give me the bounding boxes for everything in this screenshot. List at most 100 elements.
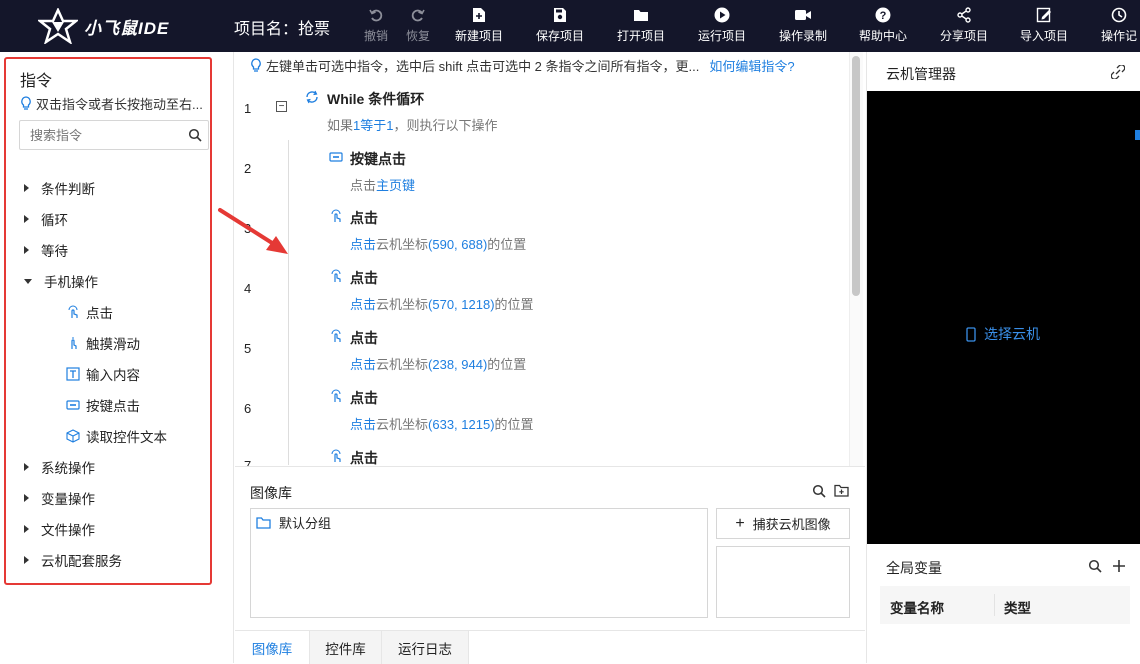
run-project-button[interactable]: 运行项目 (698, 6, 746, 48)
instr-click-5-clip: 点击 (328, 448, 528, 466)
col-variable-type: 类型 (1004, 601, 1031, 616)
caret-right-icon (24, 215, 29, 223)
app-name: 小飞鼠IDE (84, 18, 170, 38)
instr-input-text[interactable]: 输入内容 (66, 364, 140, 384)
top-toolbar: 小飞鼠IDE 项目名：抢票 撤销 恢复 新建项目 保存项目 打开项目 运行项目 … (0, 0, 1140, 52)
instr-click-1[interactable]: 点击 点击云机坐标(590, 688)的位置 (350, 208, 526, 253)
instr-key-press-home[interactable]: 按键点击 点击主页键 (350, 149, 415, 194)
project-name: 抢票 (298, 21, 331, 38)
key-icon (328, 149, 344, 165)
category-cloud-services[interactable]: 云机配套服务 (24, 550, 122, 570)
line-number: 5 (244, 341, 252, 356)
instr-click[interactable]: 点击 (66, 302, 113, 322)
instr-click-2[interactable]: 点击 点击云机坐标(570, 1218)的位置 (350, 268, 534, 313)
instr-swipe[interactable]: 触摸滑动 (66, 333, 140, 353)
text-input-icon (66, 367, 80, 381)
line-number: 1 (244, 101, 252, 116)
capture-cloud-image-button[interactable]: + 捕获云机图像 (716, 508, 850, 539)
global-variables-actions (1088, 559, 1126, 578)
phone-icon (966, 326, 976, 342)
variables-table-header: 变量名称 类型 (880, 586, 1130, 624)
history-icon (1110, 6, 1128, 24)
select-cloud-button[interactable]: 选择云机 (966, 324, 1040, 344)
tap-icon (328, 448, 344, 464)
share-project-button[interactable]: 分享项目 (940, 6, 988, 48)
share-icon (955, 6, 973, 24)
instr-click-5[interactable]: 点击 (350, 448, 378, 466)
search-icon[interactable] (1088, 559, 1102, 578)
editor-scrollbar[interactable] (852, 56, 860, 296)
instr-while-loop[interactable]: While 条件循环 如果1等于1，则执行以下操作 (327, 89, 498, 134)
category-wait[interactable]: 等待 (24, 240, 68, 260)
search-icon[interactable] (188, 128, 202, 147)
tap-icon (328, 268, 344, 284)
video-icon (794, 6, 812, 24)
image-group-default[interactable]: 默认分组 (256, 513, 331, 532)
save-icon (551, 6, 569, 24)
help-center-button[interactable]: ? 帮助中心 (859, 6, 907, 48)
record-button[interactable]: 操作录制 (779, 6, 827, 48)
plus-icon[interactable] (1112, 559, 1126, 578)
open-project-button[interactable]: 打开项目 (617, 6, 665, 48)
tap-icon (328, 328, 344, 344)
instr-click-4[interactable]: 点击 点击云机坐标(633, 1215)的位置 (350, 388, 534, 433)
lightbulb-icon (20, 96, 32, 111)
tap-icon (66, 305, 80, 319)
redo-button[interactable]: 恢复 (406, 6, 430, 48)
category-file-ops[interactable]: 文件操作 (24, 519, 95, 539)
unlink-icon[interactable] (1110, 64, 1126, 84)
caret-right-icon (24, 494, 29, 502)
help-icon: ? (874, 6, 892, 24)
tab-image-library[interactable]: 图像库 (235, 631, 309, 664)
import-project-button[interactable]: 导入项目 (1020, 6, 1068, 48)
edge-indicator (1135, 130, 1140, 140)
add-folder-icon[interactable] (834, 484, 849, 503)
instr-read-widget-text[interactable]: 读取控件文本 (66, 426, 167, 446)
line-number: 6 (244, 401, 252, 416)
new-file-icon (470, 6, 488, 24)
folder-open-icon (632, 6, 650, 24)
caret-right-icon (24, 184, 29, 192)
global-variables-title: 全局变量 (886, 560, 942, 576)
caret-down-icon (24, 278, 32, 284)
instr-click-3[interactable]: 点击 点击云机坐标(238, 944)的位置 (350, 328, 526, 373)
app-logo: 小飞鼠IDE (38, 8, 188, 44)
line-number: 7 (244, 458, 252, 466)
how-to-edit-link[interactable]: 如何编辑指令? (709, 56, 794, 75)
cube-icon (66, 429, 80, 443)
caret-right-icon (24, 556, 29, 564)
instruction-panel-title: 指令 (20, 73, 53, 90)
line-number: 4 (244, 281, 252, 296)
cloud-device-screen[interactable] (867, 91, 1140, 544)
folder-icon (256, 516, 271, 529)
instr-key-press[interactable]: 按键点击 (66, 395, 140, 415)
caret-right-icon (24, 246, 29, 254)
tap-icon (328, 388, 344, 404)
save-project-button[interactable]: 保存项目 (536, 6, 584, 48)
caret-right-icon (24, 525, 29, 533)
undo-button[interactable]: 撤销 (364, 6, 388, 48)
operation-history-button[interactable]: 操作记 (1101, 6, 1137, 48)
plus-icon: + (735, 514, 745, 532)
new-project-button[interactable]: 新建项目 (455, 6, 503, 48)
undo-icon (367, 6, 385, 24)
category-phone-ops[interactable]: 手机操作 (24, 271, 98, 291)
search-icon[interactable] (812, 484, 826, 503)
search-input[interactable] (20, 121, 180, 149)
caret-right-icon (24, 463, 29, 471)
swipe-icon (66, 336, 80, 350)
project-title: 项目名：抢票 (234, 21, 331, 38)
tab-widget-library[interactable]: 控件库 (309, 631, 381, 664)
flying-squirrel-logo-icon (38, 8, 78, 44)
image-preview (716, 546, 850, 618)
line-number: 2 (244, 161, 252, 176)
category-system-ops[interactable]: 系统操作 (24, 457, 95, 477)
search-box (19, 120, 209, 150)
instruction-hint: 双击指令或者长按拖动至右... (20, 94, 203, 113)
annotation-arrow (218, 208, 288, 254)
category-condition[interactable]: 条件判断 (24, 178, 95, 198)
tab-run-log[interactable]: 运行日志 (381, 631, 469, 664)
category-loop[interactable]: 循环 (24, 209, 68, 229)
collapse-toggle[interactable]: − (276, 101, 287, 112)
category-variable-ops[interactable]: 变量操作 (24, 488, 95, 508)
